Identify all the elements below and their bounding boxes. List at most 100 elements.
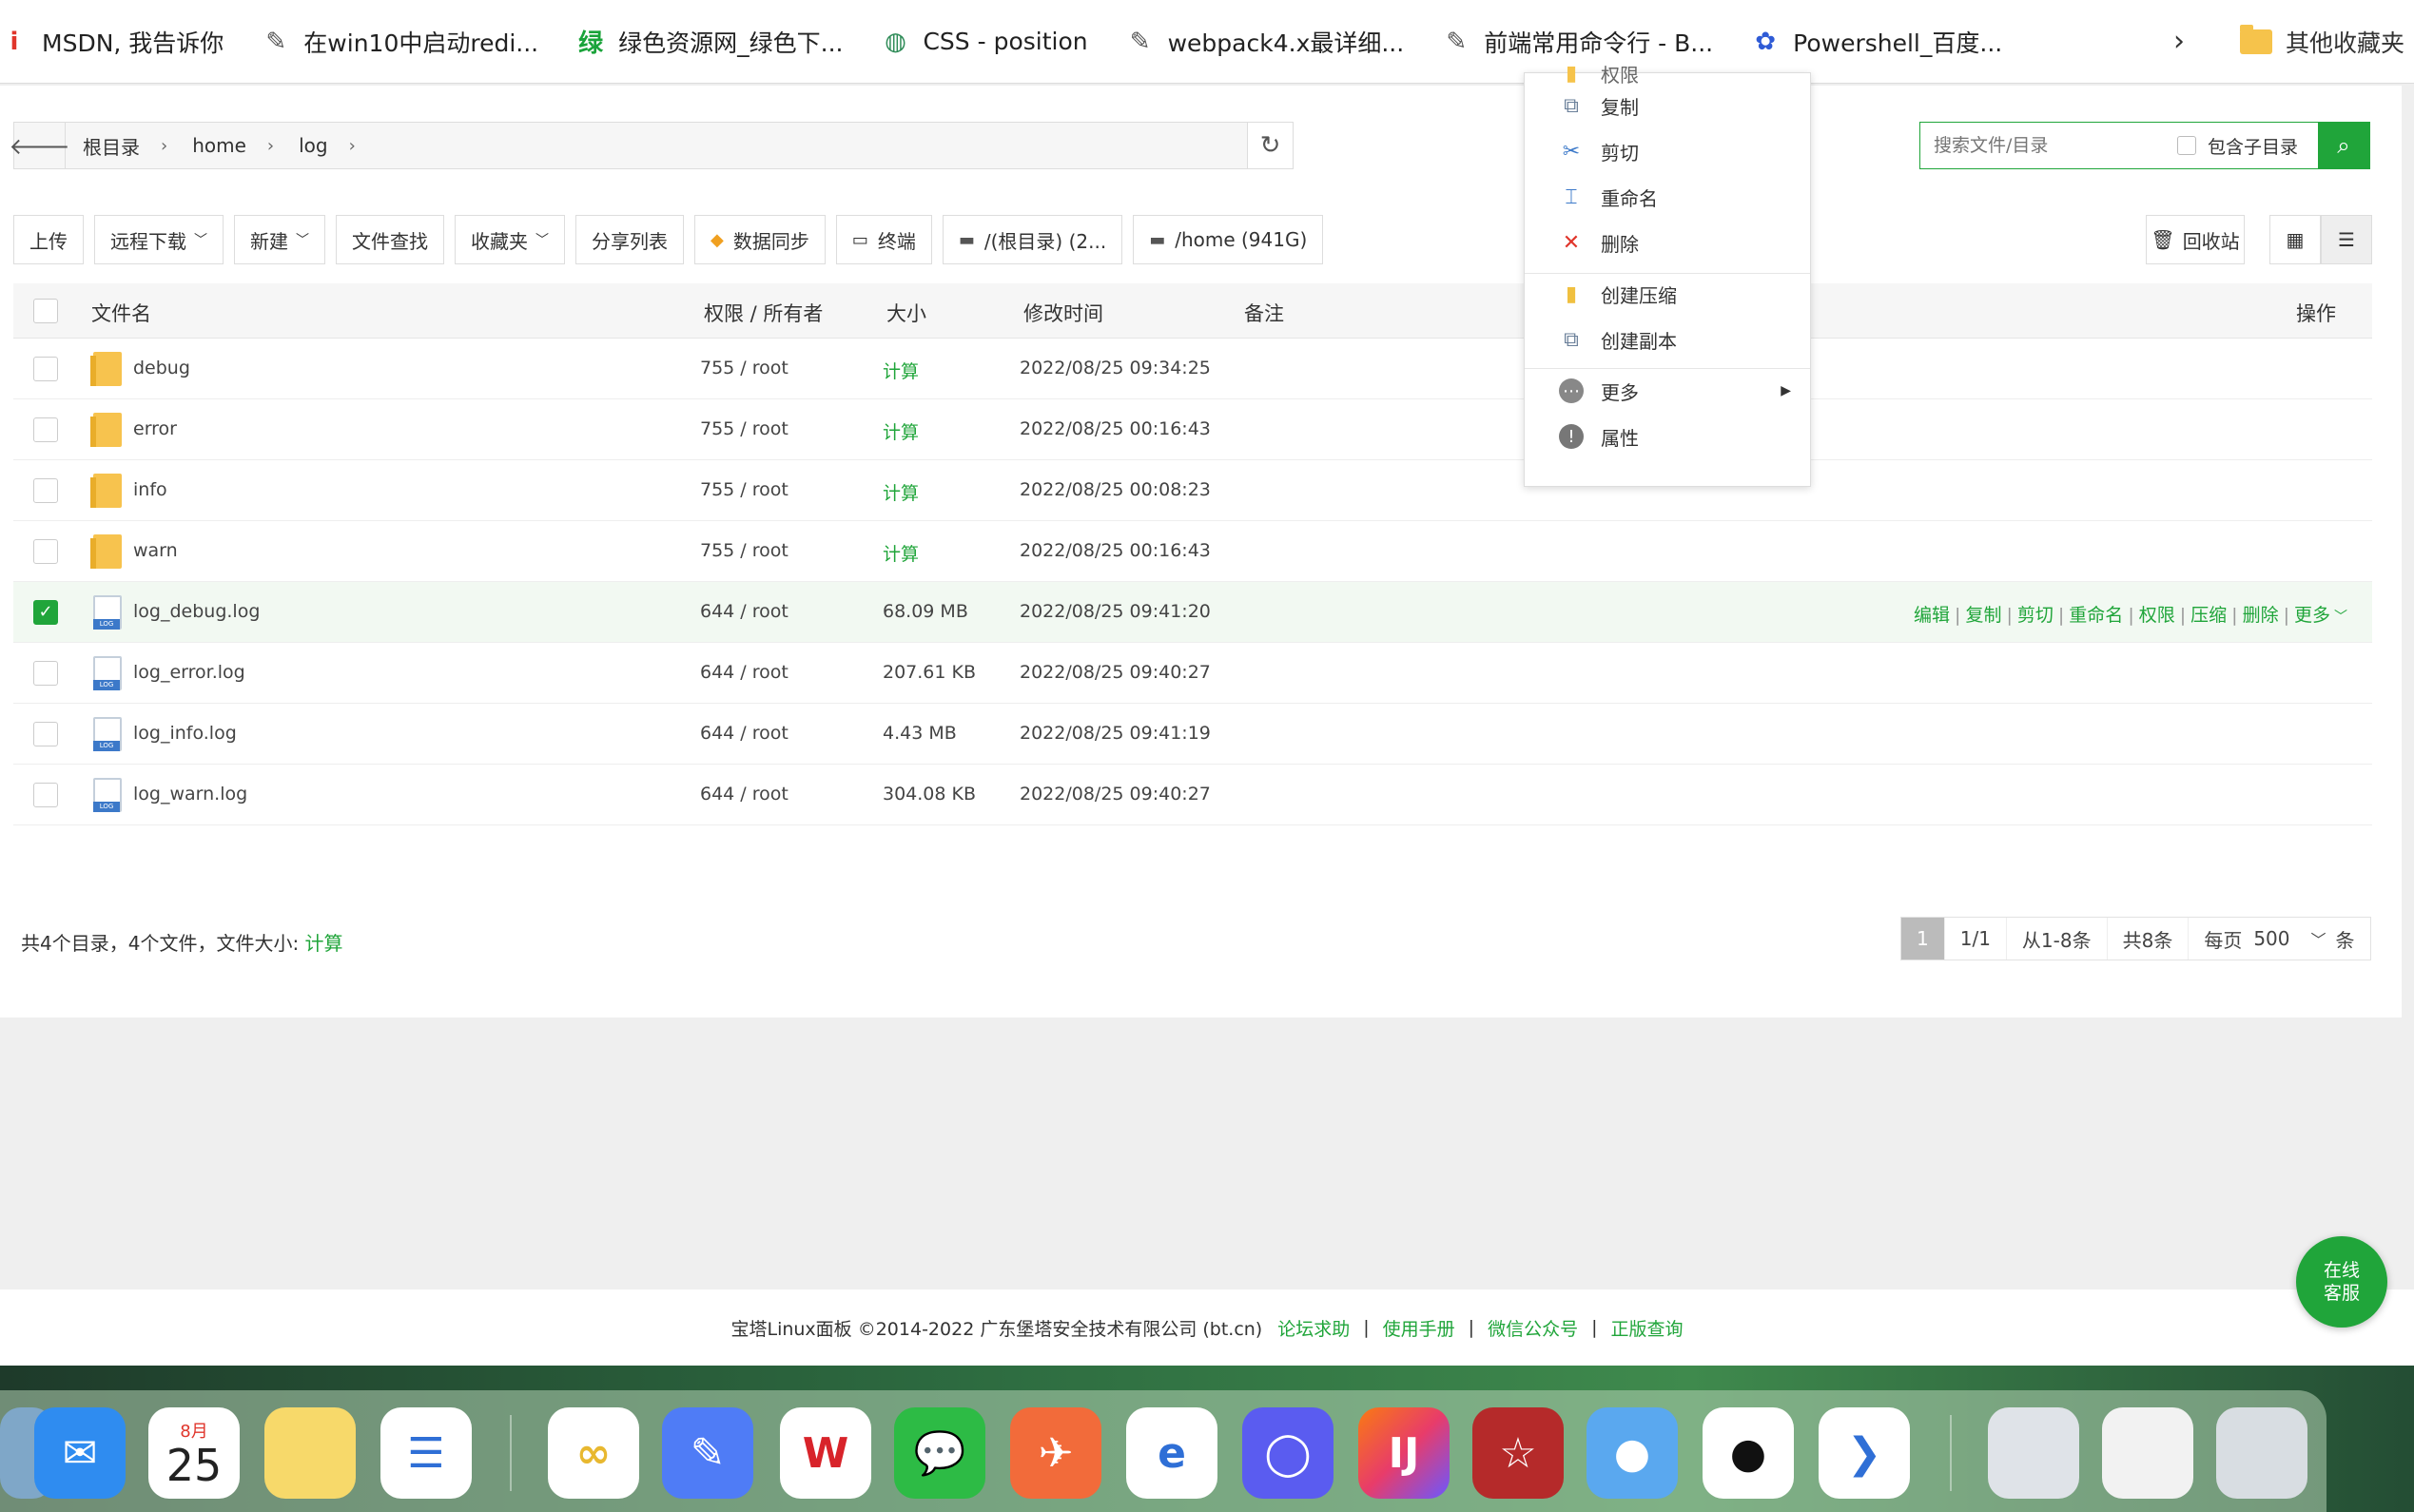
file-name[interactable]: debug <box>133 358 190 378</box>
toolbar-button[interactable]: 收藏夹 ﹀ <box>455 215 565 264</box>
row-checkbox[interactable] <box>33 539 58 564</box>
breadcrumb-home[interactable]: home › <box>175 134 282 157</box>
breadcrumb-root[interactable]: 根目录 › <box>66 132 175 160</box>
row-checkbox[interactable] <box>33 661 58 686</box>
row-action-link[interactable]: 压缩 <box>2190 605 2227 626</box>
file-size[interactable]: 计算 <box>883 540 919 566</box>
row-checkbox[interactable] <box>33 417 58 442</box>
page-current[interactable]: 1 <box>1901 918 1945 960</box>
qq-penguin-icon[interactable]: ● <box>1703 1407 1794 1499</box>
toolbar-button[interactable]: ▭ 终端 <box>835 215 932 264</box>
recycle-bin-button[interactable]: 🗑 回收站 <box>2146 215 2245 264</box>
bookmark-item[interactable]: ✎ 在win10中启动redi... <box>243 0 557 84</box>
menu-item[interactable]: ⌶ 重命名 <box>1525 174 1810 220</box>
file-size[interactable]: 计算 <box>883 358 919 383</box>
navicat-icon[interactable]: ∞ <box>548 1407 639 1499</box>
pen-icon[interactable]: ✎ <box>662 1407 753 1499</box>
file-permission[interactable]: 644 / root <box>700 784 788 804</box>
search-input[interactable] <box>1920 135 2177 156</box>
toolbar-button[interactable]: ▬/(根目录) (2... <box>942 215 1123 264</box>
intellij-icon[interactable]: IJ <box>1358 1407 1450 1499</box>
table-row[interactable]: ✓ log_debug.log 644 / root 68.09 MB 2022/08/… <box>13 582 2372 643</box>
calendar-icon[interactable]: 8月 25 <box>148 1407 240 1499</box>
mail-icon[interactable]: ✉ <box>34 1407 126 1499</box>
file-permission[interactable]: 644 / root <box>700 662 788 683</box>
table-row[interactable]: log_warn.log 644 / root 304.08 KB 2022/08/2… <box>13 765 2372 825</box>
footer-link[interactable]: 论坛求助 <box>1277 1315 1350 1341</box>
wps-pdf-icon[interactable]: ☆ <box>1472 1407 1564 1499</box>
checkbox[interactable] <box>2177 136 2196 155</box>
table-row[interactable]: log_info.log 644 / root 4.43 MB 2022/08/25 … <box>13 704 2372 765</box>
per-page-select[interactable]: 每页 500 ﹀ 条 <box>2189 918 2369 960</box>
table-row[interactable]: info 755 / root 计算 2022/08/25 00:08:23 <box>13 460 2372 521</box>
row-checkbox[interactable] <box>33 722 58 746</box>
menu-item[interactable]: ✂ 剪切 <box>1525 128 1810 174</box>
row-action-link[interactable]: 复制 <box>1965 605 2001 626</box>
header-name[interactable]: 文件名 <box>91 299 151 327</box>
toolbar-button[interactable]: ◆ 数据同步 <box>694 215 826 264</box>
menu-item[interactable]: ▮ 创建压缩 <box>1525 271 1810 317</box>
toolbar-button[interactable]: 分享列表 <box>575 215 684 264</box>
header-size[interactable]: 大小 <box>886 299 926 327</box>
row-action-link[interactable]: 权限 <box>2139 605 2175 626</box>
file-name[interactable]: log_warn.log <box>133 784 247 804</box>
water-drop-icon[interactable]: ● <box>1587 1407 1678 1499</box>
edge-icon[interactable]: e <box>1126 1407 1217 1499</box>
toolbar-button[interactable]: ▬/home (941G) <box>1133 215 1324 264</box>
table-row[interactable]: error 755 / root 计算 2022/08/25 00:16:43 <box>13 399 2372 460</box>
toolbar-button[interactable]: 上传 <box>13 215 84 264</box>
grid-view-icon[interactable]: ▦ <box>2269 215 2321 264</box>
reminders-icon[interactable]: ☰ <box>380 1407 472 1499</box>
header-mtime[interactable]: 修改时间 <box>1023 299 1103 327</box>
row-action-link[interactable]: 重命名 <box>2069 605 2123 626</box>
file-name[interactable]: warn <box>133 540 178 561</box>
row-checkbox[interactable]: ✓ <box>33 600 58 625</box>
row-action-link[interactable]: 剪切 <box>2017 605 2054 626</box>
file-permission[interactable]: 755 / root <box>700 358 788 378</box>
header-perm[interactable]: 权限 / 所有者 <box>704 299 823 327</box>
back-arrow-icon[interactable]: 🡐 <box>9 123 70 168</box>
bookmark-item[interactable]: i MSDN, 我告诉你 <box>0 0 243 84</box>
row-action-link[interactable]: 删除 <box>2243 605 2279 626</box>
list-view-icon[interactable]: ☰ <box>2321 215 2372 264</box>
menu-item[interactable]: ✕ 删除 <box>1525 220 1810 265</box>
file-permission[interactable]: 755 / root <box>700 540 788 561</box>
log-file-icon[interactable] <box>1988 1407 2079 1499</box>
file-permission[interactable]: 644 / root <box>700 601 788 622</box>
toolbar-button[interactable]: 远程下载 ﹀ <box>94 215 224 264</box>
menu-item[interactable]: ! 属性 <box>1525 414 1810 459</box>
calc-size-link[interactable]: 计算 <box>305 932 343 955</box>
menu-item[interactable]: ⧉ 复制 <box>1525 83 1810 128</box>
menu-item[interactable]: ⋯ 更多 ▶ <box>1525 368 1810 414</box>
file-permission[interactable]: 755 / root <box>700 418 788 439</box>
row-checkbox[interactable] <box>33 357 58 381</box>
table-row[interactable]: warn 755 / root 计算 2022/08/25 00:16:43 <box>13 521 2372 582</box>
online-service-button[interactable]: 在线 客服 <box>2296 1236 2387 1328</box>
table-row[interactable]: debug 755 / root 计算 2022/08/25 09:34:25 <box>13 339 2372 399</box>
browser-icon[interactable]: ◯ <box>1242 1407 1334 1499</box>
bookmark-item[interactable]: 绿绿色资源网_绿色下... <box>557 0 862 84</box>
file-size[interactable]: 计算 <box>883 418 919 444</box>
footer-link[interactable]: 微信公众号 <box>1488 1315 1578 1341</box>
file-name[interactable]: log_info.log <box>133 723 237 744</box>
row-action-link[interactable]: 编辑 <box>1914 605 1950 626</box>
other-bookmarks-folder[interactable]: 其他收藏夹 <box>2240 0 2404 84</box>
trash-icon[interactable] <box>2216 1407 2307 1499</box>
toolbar-button[interactable]: 文件查找 <box>336 215 444 264</box>
file-name[interactable]: error <box>133 418 177 439</box>
bookmarks-overflow-icon[interactable]: › <box>2173 25 2185 58</box>
breadcrumb-log[interactable]: log › <box>282 134 363 157</box>
file-name[interactable]: log_error.log <box>133 662 245 683</box>
screenshot-icon[interactable] <box>2102 1407 2193 1499</box>
select-all-checkbox[interactable] <box>33 299 58 323</box>
wps-icon[interactable]: W <box>780 1407 871 1499</box>
file-size[interactable]: 计算 <box>883 479 919 505</box>
table-row[interactable]: log_error.log 644 / root 207.61 KB 2022/08/… <box>13 643 2372 704</box>
file-permission[interactable]: 644 / root <box>700 723 788 744</box>
footer-link[interactable]: 使用手册 <box>1383 1315 1455 1341</box>
footer-link[interactable]: 正版查询 <box>1611 1315 1684 1341</box>
bookmark-item[interactable]: ✎ webpack4.x最详细... <box>1107 0 1424 84</box>
vscode-icon[interactable]: ❯ <box>1819 1407 1910 1499</box>
file-name[interactable]: info <box>133 479 167 500</box>
bookmark-item[interactable]: ◍ CSS - position <box>862 0 1106 84</box>
